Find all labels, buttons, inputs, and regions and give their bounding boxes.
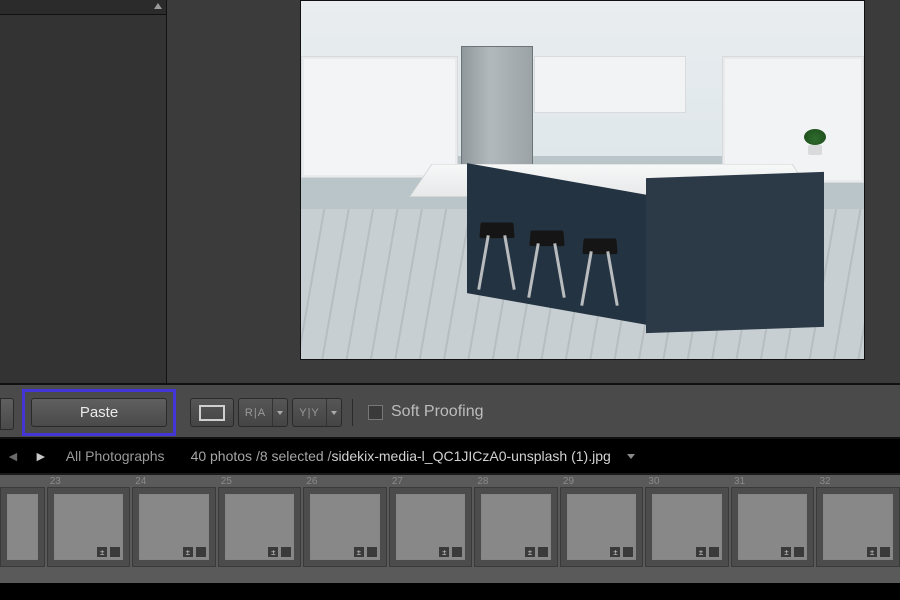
- thumb-badges: ±: [780, 546, 805, 558]
- thumb-index: 26: [306, 476, 317, 487]
- edit-badge-icon: ±: [353, 546, 365, 558]
- breadcrumb-count: 40 photos /8 selected /sidekix-media-l_Q…: [191, 448, 611, 464]
- left-panel-header: [0, 0, 166, 15]
- filmstrip-thumb[interactable]: 28±: [474, 487, 558, 567]
- checkbox-icon[interactable]: [368, 405, 383, 420]
- thumb-index: 23: [50, 476, 61, 487]
- edit-badge-icon: ±: [866, 546, 878, 558]
- thumb-index: 32: [819, 476, 830, 487]
- single-view-icon: [199, 405, 225, 421]
- thumb-index: 29: [563, 476, 574, 487]
- chevron-down-icon[interactable]: [272, 399, 287, 426]
- paste-button-label: Paste: [80, 404, 118, 421]
- bottom-bar: [0, 583, 900, 600]
- main-photo[interactable]: [300, 0, 865, 360]
- filmstrip-thumb[interactable]: 25±: [218, 487, 302, 567]
- thumb-badges: ±: [182, 546, 207, 558]
- panel-scroll-up-icon[interactable]: [154, 3, 162, 11]
- edit-badge-icon: ±: [780, 546, 792, 558]
- breadcrumb-source[interactable]: All Photographs: [66, 448, 165, 464]
- view-compare-yy-button[interactable]: Y|Y: [292, 398, 342, 427]
- edit-badge-icon: ±: [695, 546, 707, 558]
- thumb-image: [7, 494, 38, 560]
- thumb-index: 28: [477, 476, 488, 487]
- stack-badge-icon: [622, 546, 634, 558]
- filmstrip-thumb[interactable]: 29±: [560, 487, 644, 567]
- thumb-badges: ±: [695, 546, 720, 558]
- view-mode-group: R|A Y|Y: [190, 398, 359, 427]
- stack-badge-icon: [708, 546, 720, 558]
- stack-badge-icon: [793, 546, 805, 558]
- nav-back-icon[interactable]: ◄: [4, 448, 22, 464]
- canvas-area: [167, 0, 900, 383]
- toolbar: Paste R|A Y|Y Soft Proofing: [0, 383, 900, 439]
- stack-badge-icon: [366, 546, 378, 558]
- chevron-down-icon[interactable]: [627, 454, 635, 459]
- edit-badge-icon: ±: [96, 546, 108, 558]
- filmstrip: 23±24±25±26±27±28±29±30±31±32±: [0, 473, 900, 583]
- thumb-badges: ±: [96, 546, 121, 558]
- filmstrip-thumbs: 23±24±25±26±27±28±29±30±31±32±: [0, 477, 900, 583]
- edit-badge-icon: ±: [182, 546, 194, 558]
- breadcrumb-bar: ◄ ► All Photographs 40 photos /8 selecte…: [0, 439, 900, 473]
- view-compare-ra-button[interactable]: R|A: [238, 398, 288, 427]
- thumb-badges: ±: [267, 546, 292, 558]
- stack-badge-icon: [280, 546, 292, 558]
- edit-badge-icon: ±: [267, 546, 279, 558]
- thumb-index: 24: [135, 476, 146, 487]
- thumb-index: 25: [221, 476, 232, 487]
- view-single-button[interactable]: [190, 398, 234, 427]
- prev-toolbar-button-edge[interactable]: [0, 398, 14, 430]
- chevron-down-icon[interactable]: [326, 399, 341, 426]
- soft-proofing-toggle[interactable]: Soft Proofing: [368, 399, 484, 425]
- edit-badge-icon: ±: [438, 546, 450, 558]
- filmstrip-thumb[interactable]: 30±: [645, 487, 729, 567]
- breadcrumb-filename[interactable]: sidekix-media-l_QC1JICzA0-unsplash (1).j…: [331, 448, 610, 464]
- filmstrip-thumb[interactable]: 24±: [132, 487, 216, 567]
- filmstrip-thumb[interactable]: 26±: [303, 487, 387, 567]
- left-panel: [0, 0, 167, 383]
- filmstrip-thumb[interactable]: 23±: [47, 487, 131, 567]
- paste-button-highlight: Paste: [22, 389, 176, 436]
- thumb-index: 31: [734, 476, 745, 487]
- filmstrip-thumb[interactable]: [0, 487, 45, 567]
- stack-badge-icon: [109, 546, 121, 558]
- view-compare-yy-label: Y|Y: [293, 407, 326, 419]
- stack-badge-icon: [879, 546, 891, 558]
- thumb-index: 27: [392, 476, 403, 487]
- stack-badge-icon: [537, 546, 549, 558]
- edit-badge-icon: ±: [524, 546, 536, 558]
- edit-badge-icon: ±: [609, 546, 621, 558]
- thumb-badges: ±: [609, 546, 634, 558]
- filmstrip-thumb[interactable]: 31±: [731, 487, 815, 567]
- thumb-index: 30: [648, 476, 659, 487]
- filmstrip-thumb[interactable]: 27±: [389, 487, 473, 567]
- view-compare-ra-label: R|A: [239, 407, 272, 419]
- soft-proofing-label: Soft Proofing: [391, 403, 484, 421]
- thumb-badges: ±: [524, 546, 549, 558]
- thumb-badges: ±: [353, 546, 378, 558]
- thumb-badges: ±: [438, 546, 463, 558]
- thumb-badges: ±: [866, 546, 891, 558]
- stack-badge-icon: [195, 546, 207, 558]
- toolbar-separator: [352, 399, 353, 426]
- paste-button[interactable]: Paste: [31, 398, 167, 427]
- nav-forward-icon[interactable]: ►: [32, 448, 50, 464]
- filmstrip-thumb[interactable]: 32±: [816, 487, 900, 567]
- stack-badge-icon: [451, 546, 463, 558]
